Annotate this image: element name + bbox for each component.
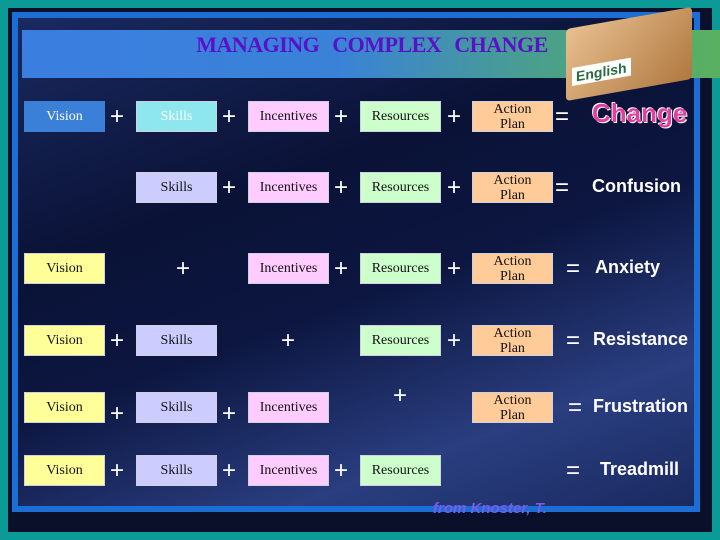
plus-sign: + (334, 174, 349, 201)
resources-term: Resources (360, 253, 441, 284)
incentives-term: Incentives (248, 253, 329, 284)
result-frustration: Frustration (593, 396, 689, 416)
plus-sign: + (222, 103, 237, 130)
action-term: Action Plan (472, 172, 553, 203)
equals-sign: = (568, 394, 583, 421)
equals-sign: = (566, 327, 581, 354)
plus-sign: + (110, 457, 125, 484)
plus-sign: + (447, 103, 462, 130)
plus-sign: + (110, 103, 125, 130)
plus-sign: + (110, 400, 125, 427)
plus-sign: + (334, 457, 349, 484)
resources-term: Resources (360, 455, 441, 486)
action-term: Action Plan (472, 101, 553, 132)
plus-sign: + (393, 382, 408, 409)
action-term: Action Plan (472, 325, 553, 356)
plus-sign: + (447, 174, 462, 201)
resources-term: Resources (360, 172, 441, 203)
result-treadmill: Treadmill (600, 459, 680, 479)
vision-term: Vision (24, 101, 105, 132)
skills-term: Skills (136, 172, 217, 203)
plus-sign: + (447, 255, 462, 282)
action-term: Action Plan (472, 392, 553, 423)
plus-sign: + (447, 327, 462, 354)
action-term: Action Plan (472, 253, 553, 284)
result-resistance: Resistance (593, 329, 689, 349)
plus-sign: + (176, 255, 191, 282)
resources-term: Resources (360, 101, 441, 132)
result-anxiety: Anxiety (595, 257, 661, 277)
incentives-term: Incentives (248, 172, 329, 203)
equals-sign: = (555, 103, 570, 130)
plus-sign: + (222, 400, 237, 427)
incentives-term: Incentives (248, 392, 329, 423)
vision-term: Vision (24, 253, 105, 284)
equals-sign: = (555, 174, 570, 201)
logo-text: English (572, 57, 631, 87)
result-confusion: Confusion (592, 176, 681, 196)
source-credit: from Knoster, T. (433, 500, 547, 517)
plus-sign: + (222, 174, 237, 201)
equals-sign: = (566, 255, 581, 282)
plus-sign: + (281, 327, 296, 354)
vision-term: Vision (24, 325, 105, 356)
vision-term: Vision (24, 392, 105, 423)
incentives-term: Incentives (248, 101, 329, 132)
skills-term: Skills (136, 455, 217, 486)
plus-sign: + (110, 327, 125, 354)
result-change: Change (592, 98, 688, 128)
vision-term: Vision (24, 455, 105, 486)
plus-sign: + (222, 457, 237, 484)
plus-sign: + (334, 103, 349, 130)
skills-term: Skills (136, 101, 217, 132)
equals-sign: = (566, 457, 581, 484)
plus-sign: + (334, 255, 349, 282)
skills-term: Skills (136, 392, 217, 423)
resources-term: Resources (360, 325, 441, 356)
skills-term: Skills (136, 325, 217, 356)
incentives-term: Incentives (248, 455, 329, 486)
